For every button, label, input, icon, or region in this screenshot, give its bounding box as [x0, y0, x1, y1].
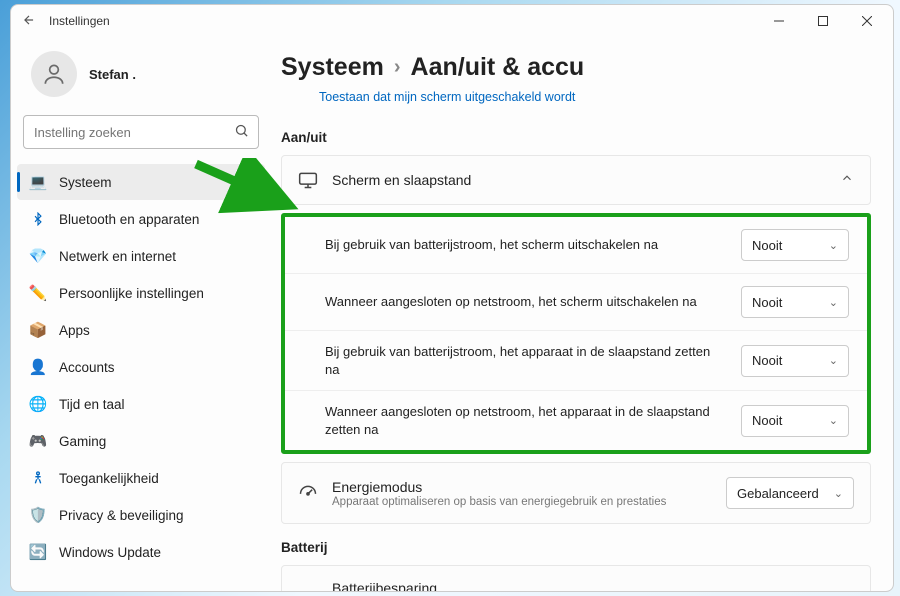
nav-icon: 💎 [29, 247, 47, 265]
chevron-down-icon: ⌄ [829, 239, 838, 252]
battery-saver-title: Batterijbesparing [332, 580, 643, 591]
nav-label: Windows Update [59, 545, 161, 560]
highlight-box: Bij gebruik van batterijstroom, het sche… [281, 213, 871, 454]
nav-icon: 🛡️ [29, 506, 47, 524]
nav-icon: 👤 [29, 358, 47, 376]
nav-icon [29, 210, 47, 228]
monitor-icon [298, 170, 318, 190]
section-power-label: Aan/uit [271, 122, 873, 155]
nav-label: Bluetooth en apparaten [59, 212, 199, 227]
breadcrumb: Systeem › Aan/uit & accu [271, 47, 873, 84]
user-name: Stefan . [89, 67, 136, 82]
sidebar-item-6[interactable]: 🌐 Tijd en taal [17, 386, 265, 422]
sleep-row-dropdown-2[interactable]: Nooit ⌄ [741, 345, 849, 377]
energy-mode-value: Gebalanceerd [737, 486, 819, 501]
sleep-row-label: Bij gebruik van batterijstroom, het sche… [325, 236, 741, 254]
sidebar-item-5[interactable]: 👤 Accounts [17, 349, 265, 385]
nav-icon: 🎮 [29, 432, 47, 450]
sidebar-item-1[interactable]: Bluetooth en apparaten [17, 201, 265, 237]
search-input[interactable] [23, 115, 259, 149]
nav-label: Accounts [59, 360, 115, 375]
sleep-row-1: Wanneer aangesloten op netstroom, het sc… [285, 273, 867, 330]
main-content: Systeem › Aan/uit & accu Toestaan dat mi… [271, 37, 893, 591]
sleep-row-dropdown-0[interactable]: Nooit ⌄ [741, 229, 849, 261]
nav-label: Systeem [59, 175, 112, 190]
sleep-row-0: Bij gebruik van batterijstroom, het sche… [285, 217, 867, 273]
dropdown-value: Nooit [752, 295, 782, 310]
sleep-row-2: Bij gebruik van batterijstroom, het appa… [285, 330, 867, 390]
screen-sleep-header[interactable]: Scherm en slaapstand [282, 156, 870, 204]
speed-icon [298, 483, 318, 503]
truncated-prev-section: Toestaan dat mijn scherm uitgeschakeld w… [271, 84, 873, 122]
dropdown-value: Nooit [752, 413, 782, 428]
nav-icon: 💻 [29, 173, 47, 191]
nav-label: Persoonlijke instellingen [59, 286, 204, 301]
chevron-down-icon: ⌄ [829, 414, 838, 427]
nav-icon: 📦 [29, 321, 47, 339]
maximize-button[interactable] [801, 5, 845, 37]
chevron-up-icon [840, 171, 854, 190]
sidebar-item-7[interactable]: 🎮 Gaming [17, 423, 265, 459]
chevron-down-icon: ⌄ [829, 354, 838, 367]
nav-list: 💻 Systeem Bluetooth en apparaten 💎 Netwerk e… [17, 159, 265, 583]
user-row[interactable]: Stefan . [17, 45, 265, 115]
nav-label: Toegankelijkheid [59, 471, 159, 486]
screen-sleep-title: Scherm en slaapstand [332, 172, 826, 188]
sleep-row-label: Bij gebruik van batterijstroom, het appa… [325, 343, 741, 378]
back-button[interactable] [15, 13, 43, 30]
energy-title: Energiemodus [332, 479, 712, 495]
nav-label: Gaming [59, 434, 106, 449]
chevron-down-icon: ⌄ [834, 487, 843, 500]
nav-label: Privacy & beveiliging [59, 508, 184, 523]
sidebar-item-8[interactable]: Toegankelijkheid [17, 460, 265, 496]
dropdown-value: Nooit [752, 238, 782, 253]
section-battery-label: Batterij [271, 532, 873, 565]
sidebar-item-4[interactable]: 📦 Apps [17, 312, 265, 348]
nav-label: Apps [59, 323, 90, 338]
sleep-row-3: Wanneer aangesloten op netstroom, het ap… [285, 390, 867, 450]
minimize-button[interactable] [757, 5, 801, 37]
nav-icon: 🌐 [29, 395, 47, 413]
search-wrap [23, 115, 259, 149]
energy-mode-dropdown[interactable]: Gebalanceerd ⌄ [726, 477, 854, 509]
nav-label: Tijd en taal [59, 397, 125, 412]
sleep-row-label: Wanneer aangesloten op netstroom, het sc… [325, 293, 741, 311]
titlebar: Instellingen [11, 5, 893, 37]
sidebar: Stefan . 💻 Systeem Bluetooth en apparaten 💎… [11, 37, 271, 591]
close-button[interactable] [845, 5, 889, 37]
screen-sleep-card: Scherm en slaapstand [281, 155, 871, 205]
sleep-row-dropdown-3[interactable]: Nooit ⌄ [741, 405, 849, 437]
energy-mode-card[interactable]: Energiemodus Apparaat optimaliseren op b… [281, 462, 871, 524]
sleep-row-label: Wanneer aangesloten op netstroom, het ap… [325, 403, 741, 438]
breadcrumb-leaf: Aan/uit & accu [411, 53, 585, 82]
sleep-row-dropdown-1[interactable]: Nooit ⌄ [741, 286, 849, 318]
nav-label: Netwerk en internet [59, 249, 176, 264]
chevron-down-icon: ⌄ [829, 296, 838, 309]
battery-saver-card[interactable]: Batterijbesparing De levensduur van de b… [281, 565, 871, 591]
window-title: Instellingen [43, 14, 110, 28]
sidebar-item-2[interactable]: 💎 Netwerk en internet [17, 238, 265, 274]
avatar [31, 51, 77, 97]
nav-icon: 🔄 [29, 543, 47, 561]
settings-window: Instellingen Stefan . 💻 Systeem Bluetooth … [10, 4, 894, 592]
nav-icon [29, 469, 47, 487]
nav-icon: ✏️ [29, 284, 47, 302]
sidebar-item-0[interactable]: 💻 Systeem [17, 164, 265, 200]
sidebar-item-3[interactable]: ✏️ Persoonlijke instellingen [17, 275, 265, 311]
energy-subtitle: Apparaat optimaliseren op basis van ener… [332, 496, 712, 508]
search-icon [234, 123, 249, 143]
chevron-right-icon: › [394, 56, 401, 79]
sidebar-item-10[interactable]: 🔄 Windows Update [17, 534, 265, 570]
dropdown-value: Nooit [752, 353, 782, 368]
breadcrumb-root[interactable]: Systeem [281, 53, 384, 82]
sidebar-item-9[interactable]: 🛡️ Privacy & beveiliging [17, 497, 265, 533]
